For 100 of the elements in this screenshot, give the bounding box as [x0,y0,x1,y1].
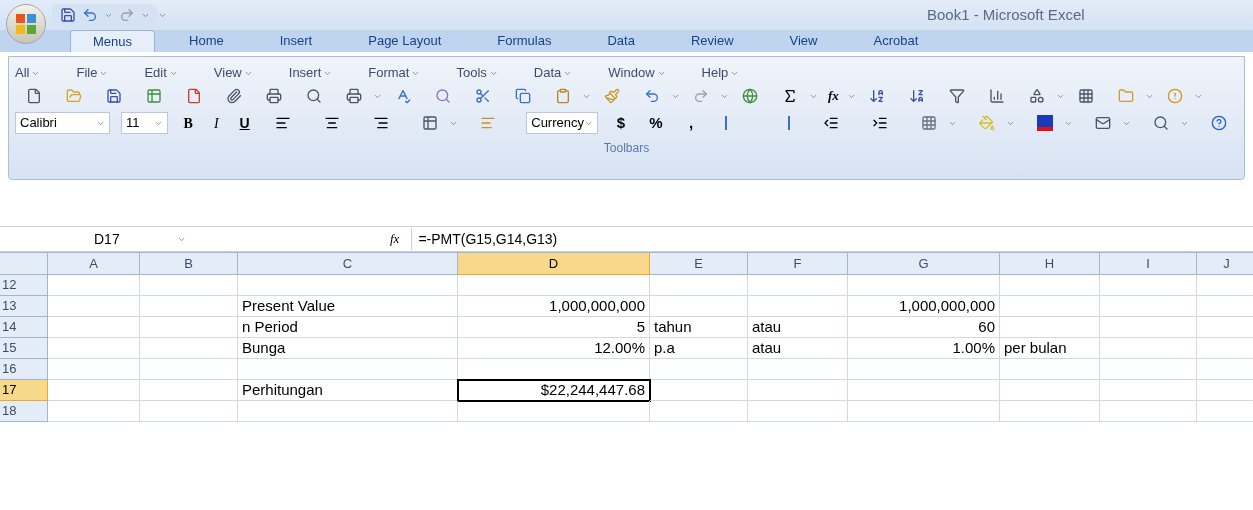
ribbon-tab[interactable]: Insert [257,30,335,52]
table-cell[interactable]: Bunga [238,338,458,359]
column-header[interactable]: H [1000,253,1100,275]
number-format-button[interactable]: $ [609,112,633,134]
table-cell[interactable] [1000,317,1100,338]
table-cell[interactable] [48,380,140,401]
name-box[interactable]: D17 [0,228,190,250]
table-cell[interactable]: Present Value [238,296,458,317]
table-cell[interactable] [650,401,748,422]
menu-item[interactable]: Insert [288,63,333,83]
table-cell[interactable] [1100,296,1197,317]
row-header[interactable]: 15 [0,338,48,359]
table-cell[interactable]: atau [748,338,848,359]
table-cell[interactable] [1100,317,1197,338]
table-cell[interactable] [650,296,748,317]
menu-item[interactable]: Data [533,63,573,83]
table-cell[interactable]: Perhitungan [238,380,458,401]
table-cell[interactable] [48,338,140,359]
menu-item[interactable]: Edit [144,63,178,83]
table-cell[interactable] [140,296,238,317]
table-cell[interactable] [1100,359,1197,380]
column-header[interactable]: G [848,253,1000,275]
table-cell[interactable]: 1,000,000,000 [458,296,650,317]
table-cell[interactable] [1000,296,1100,317]
table-cell[interactable] [140,317,238,338]
menu-item[interactable]: View [213,63,253,83]
column-header[interactable]: A [48,253,140,275]
menu-item[interactable]: All [15,63,41,83]
table-cell[interactable] [48,401,140,422]
menu-item[interactable]: File [76,63,109,83]
table-cell[interactable]: 60 [848,317,1000,338]
table-cell[interactable] [650,359,748,380]
table-cell[interactable] [140,338,238,359]
table-cell[interactable] [1100,338,1197,359]
ribbon-tab[interactable]: Data [585,30,657,52]
menu-item[interactable]: Format [368,63,421,83]
office-logo-button[interactable] [6,4,46,44]
table-cell[interactable] [1100,401,1197,422]
table-cell[interactable] [48,359,140,380]
table-cell[interactable] [848,401,1000,422]
column-header[interactable]: E [650,253,748,275]
table-cell[interactable]: 1,000,000,000 [848,296,1000,317]
table-cell[interactable] [1100,380,1197,401]
table-cell[interactable] [848,380,1000,401]
table-cell[interactable] [140,401,238,422]
table-cell[interactable]: atau [748,317,848,338]
ribbon-tab[interactable]: Menus [70,30,156,52]
ribbon-tab[interactable]: View [767,30,840,52]
ribbon-tab[interactable]: Review [668,30,756,52]
table-cell[interactable]: 5 [458,317,650,338]
column-header[interactable]: J [1197,253,1253,275]
font-size-dropdown[interactable]: 11 [120,112,169,134]
table-cell[interactable] [748,359,848,380]
row-header[interactable]: 13 [0,296,48,317]
table-cell[interactable] [1000,359,1100,380]
table-cell[interactable]: 12.00% [458,338,650,359]
table-cell[interactable] [1000,380,1100,401]
ribbon-tab[interactable]: Page Layout [346,30,464,52]
column-header[interactable]: D [458,253,650,275]
table-cell[interactable]: per bulan [1000,338,1100,359]
table-cell[interactable] [458,401,650,422]
table-cell[interactable]: $22,244,447.68 [458,380,650,401]
table-cell[interactable] [748,275,848,296]
underline-button[interactable]: U [235,112,254,134]
row-header[interactable]: 18 [0,401,48,422]
table-cell[interactable] [140,380,238,401]
column-header[interactable]: F [748,253,848,275]
table-cell[interactable] [1100,275,1197,296]
column-header[interactable]: B [140,253,238,275]
number-format-button[interactable]: % [644,112,668,134]
table-cell[interactable] [1000,401,1100,422]
bold-button[interactable]: B [179,112,197,134]
italic-button[interactable]: I [207,112,225,134]
ribbon-tab[interactable]: Acrobat [851,30,941,52]
table-cell[interactable] [238,275,458,296]
table-cell[interactable]: 1.00% [848,338,1000,359]
table-cell[interactable] [748,296,848,317]
row-header[interactable]: 14 [0,317,48,338]
table-cell[interactable] [140,359,238,380]
table-cell[interactable] [848,275,1000,296]
column-header[interactable]: C [238,253,458,275]
table-cell[interactable] [48,317,140,338]
table-cell[interactable] [650,380,748,401]
table-cell[interactable] [238,359,458,380]
table-cell[interactable] [650,275,748,296]
ribbon-tab[interactable]: Formulas [475,30,574,52]
table-cell[interactable] [48,296,140,317]
table-cell[interactable]: n Period [238,317,458,338]
number-format-button[interactable]: , [679,112,703,134]
table-cell[interactable] [458,275,650,296]
table-cell[interactable] [238,401,458,422]
formula-field[interactable]: =-PMT(G15,G14,G13) [411,228,1253,250]
menu-item[interactable]: Window [608,63,666,83]
function-label[interactable]: fx [390,229,400,249]
table-cell[interactable]: tahun [650,317,748,338]
function-button[interactable]: fx [820,85,847,107]
ribbon-tab[interactable]: Home [167,30,246,52]
font-name-dropdown[interactable]: Calibri [15,112,110,134]
table-cell[interactable] [848,359,1000,380]
table-cell[interactable] [48,275,140,296]
